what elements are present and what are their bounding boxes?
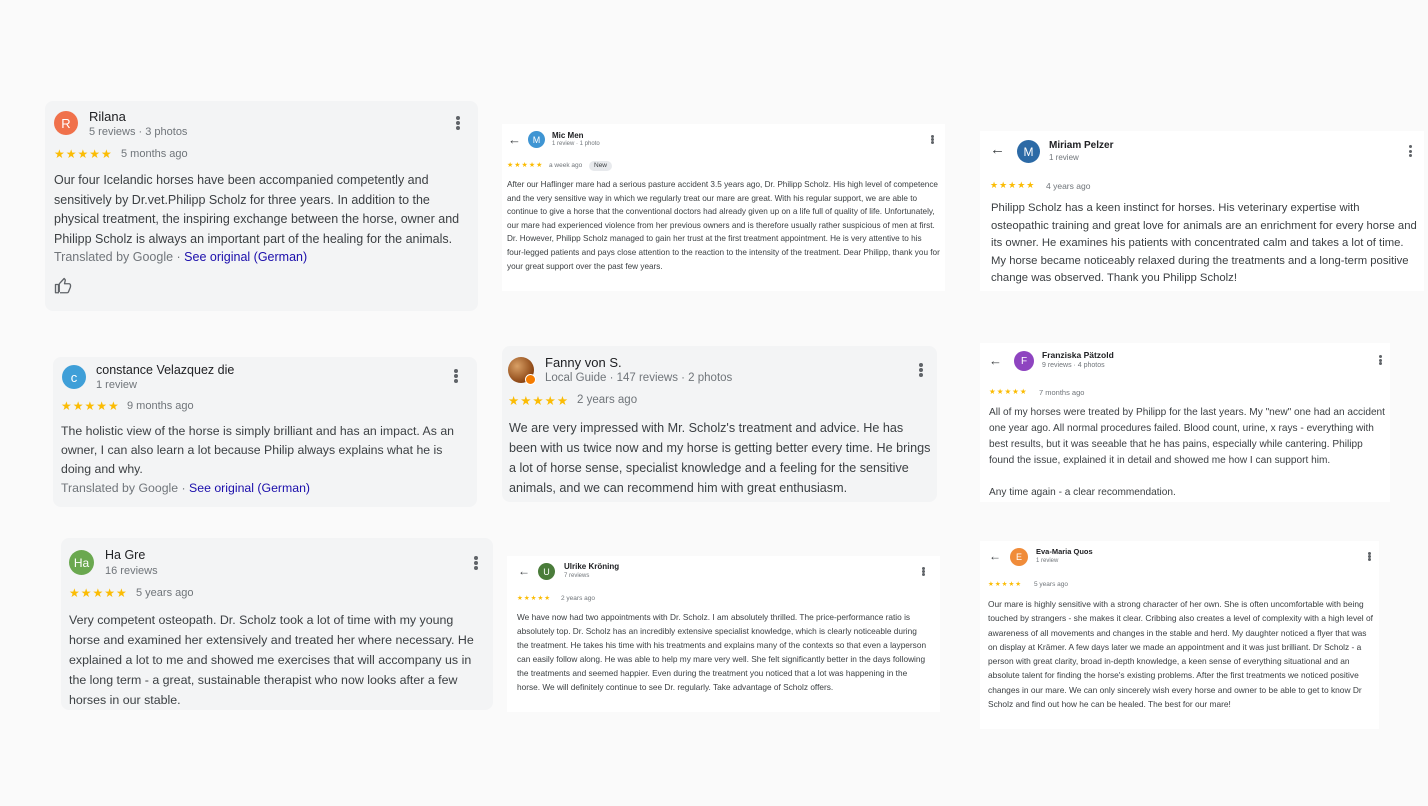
reviewer-meta: Local Guide · 147 reviews · 2 photos (545, 372, 733, 384)
reviewer-meta: 5 reviews · 3 photos (89, 126, 188, 138)
star-rating: ★★★★★ (989, 387, 1028, 396)
review-time: 9 months ago (127, 400, 194, 412)
review-card-miriam-pelzer: ← M Miriam Pelzer 1 review ★★★★★ 4 years… (980, 131, 1424, 291)
reviewer-meta: 1 review (1049, 153, 1079, 162)
reviewer-name[interactable]: Rilana (89, 109, 126, 124)
star-rating: ★★★★★ (69, 586, 128, 600)
avatar[interactable]: R (54, 111, 78, 135)
more-options-icon[interactable] (931, 135, 934, 144)
star-rating: ★★★★★ (990, 180, 1036, 190)
review-card-ha-gre: Ha Ha Gre 16 reviews ★★★★★ 5 years ago V… (61, 538, 493, 710)
reviewer-name[interactable]: Ha Gre (105, 548, 145, 562)
reviewer-meta: 1 review · 1 photo (552, 141, 600, 147)
review-text: Very competent osteopath. Dr. Scholz too… (69, 613, 474, 707)
avatar[interactable]: M (1017, 140, 1040, 163)
review-card-constance: c constance Velazquez die 1 review ★★★★★… (53, 357, 477, 507)
reviewer-name[interactable]: Franziska Pätzold (1042, 350, 1114, 360)
reviewer-name[interactable]: Ulrike Kröning (564, 562, 619, 571)
review-text: Our four Icelandic horses have been acco… (54, 173, 460, 246)
see-original-link[interactable]: See original (German) (184, 250, 307, 264)
more-options-icon[interactable] (1379, 355, 1382, 365)
back-arrow-icon[interactable]: ← (989, 549, 1001, 563)
star-rating: ★★★★★ (508, 394, 570, 408)
reviewer-meta: 1 review (96, 379, 137, 391)
local-guide-badge-icon (525, 374, 536, 385)
review-time: 4 years ago (1046, 181, 1091, 191)
review-card-eva-maria: ← E Eva-Maria Quos 1 review ★★★★★ 5 year… (980, 541, 1379, 729)
review-time: 7 months ago (1039, 388, 1085, 397)
more-options-icon[interactable] (922, 567, 925, 576)
review-text: The holistic view of the horse is simply… (61, 424, 455, 476)
reviewer-name[interactable]: Eva-Maria Quos (1036, 547, 1093, 556)
review-text: We have now had two appointments with Dr… (517, 612, 927, 692)
more-options-icon[interactable] (919, 363, 923, 377)
star-rating: ★★★★★ (54, 147, 113, 161)
reviewer-name[interactable]: Miriam Pelzer (1049, 140, 1113, 151)
review-card-mic-men: ← M Mic Men 1 review · 1 photo ★★★★★ a w… (502, 124, 945, 291)
review-text: After our Haflinger mare had a serious p… (507, 180, 940, 271)
review-text-recommendation: Any time again - a clear recommendation. (989, 487, 1176, 498)
star-rating: ★★★★★ (61, 399, 120, 413)
star-rating: ★★★★★ (517, 595, 552, 602)
review-text: Our mare is highly sensitive with a stro… (988, 599, 1373, 710)
avatar[interactable]: M (528, 131, 545, 148)
review-card-fanny: Fanny von S. Local Guide · 147 reviews ·… (502, 346, 937, 502)
avatar[interactable]: E (1010, 548, 1028, 566)
see-original-link[interactable]: See original (German) (189, 481, 310, 495)
review-time: 2 years ago (577, 394, 638, 406)
translated-by-google: Translated by Google · (61, 481, 190, 495)
reviewer-name[interactable]: Mic Men (552, 131, 584, 140)
star-rating: ★★★★★ (507, 162, 544, 169)
translated-note: Translated by Google · See original (Ger… (54, 249, 307, 265)
new-badge: New (589, 161, 613, 171)
translated-by-google: Translated by Google · (54, 250, 185, 264)
translated-note: Translated by Google · See original (Ger… (61, 480, 310, 496)
reviewer-meta: 1 review (1036, 558, 1059, 564)
star-rating: ★★★★★ (988, 581, 1023, 588)
back-arrow-icon[interactable]: ← (989, 353, 1002, 368)
review-time: 2 years ago (561, 595, 595, 602)
review-time: 5 years ago (136, 587, 194, 599)
thumbs-up-icon[interactable] (54, 277, 72, 295)
reviewer-meta: 9 reviews · 4 photos (1042, 362, 1105, 369)
avatar[interactable]: U (538, 563, 555, 580)
more-options-icon[interactable] (474, 556, 478, 570)
avatar[interactable]: F (1014, 351, 1034, 371)
review-text: All of my horses were treated by Philipp… (989, 407, 1385, 466)
back-arrow-icon[interactable]: ← (508, 132, 521, 147)
review-text: We are very impressed with Mr. Scholz's … (509, 421, 931, 495)
back-arrow-icon[interactable]: ← (518, 564, 530, 578)
review-text: Philipp Scholz has a keen instinct for h… (991, 202, 1417, 285)
review-card-ulrike: ← U Ulrike Kröning 7 reviews ★★★★★ 2 yea… (507, 556, 940, 712)
review-card-franziska: ← F Franziska Pätzold 9 reviews · 4 phot… (980, 343, 1390, 502)
more-options-icon[interactable] (1368, 552, 1371, 561)
reviewer-name[interactable]: constance Velazquez die (96, 363, 234, 377)
more-options-icon[interactable] (456, 116, 460, 130)
reviewer-meta: 16 reviews (105, 565, 158, 577)
more-options-icon[interactable] (454, 369, 458, 383)
review-time: a week ago (549, 162, 583, 169)
back-arrow-icon[interactable]: ← (990, 141, 1005, 158)
reviewer-name[interactable]: Fanny von S. (545, 355, 622, 370)
review-time: 5 months ago (121, 148, 188, 160)
reviewer-meta: 7 reviews (564, 573, 590, 579)
review-time: 5 years ago (1034, 581, 1068, 588)
avatar[interactable]: c (62, 365, 86, 389)
review-card-rilana: R Rilana 5 reviews · 3 photos ★★★★★ 5 mo… (45, 101, 478, 311)
avatar[interactable]: Ha (69, 550, 94, 575)
more-options-icon[interactable] (1409, 145, 1412, 157)
